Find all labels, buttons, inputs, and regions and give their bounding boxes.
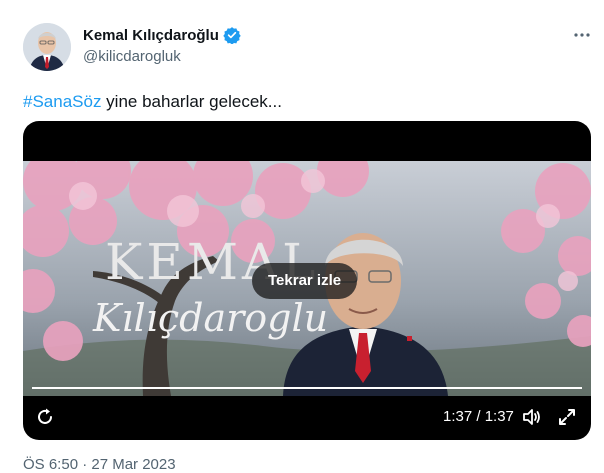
overlay-signature: Kılıçdaroglu [92, 296, 328, 340]
author-name-row[interactable]: Kemal Kılıçdaroğlu [83, 26, 241, 45]
author-name[interactable]: Kemal Kılıçdaroğlu [83, 27, 219, 44]
progress-bar[interactable] [32, 387, 582, 389]
avatar[interactable] [23, 23, 71, 71]
fullscreen-icon[interactable] [557, 407, 577, 427]
avatar-portrait [23, 23, 71, 71]
tweet-text: #SanaSöz yine baharlar gelecek... [23, 92, 282, 112]
tweet-body: yine baharlar gelecek... [101, 92, 282, 111]
author-handle[interactable]: @kilicdarogluk [83, 48, 181, 65]
volume-icon[interactable] [521, 407, 541, 427]
verified-badge-icon [223, 26, 241, 45]
tweet-timestamp[interactable]: ÖS 6:50 · 27 Mar 2023 [23, 456, 176, 473]
replay-icon[interactable] [35, 407, 55, 427]
video-player[interactable]: KEMAL Kılıçdaroglu Tekrar izle 1:37 / 1:… [23, 121, 591, 440]
hashtag-link[interactable]: #SanaSöz [23, 92, 101, 111]
video-time: 1:37 / 1:37 [443, 408, 514, 425]
more-horizontal-icon[interactable] [573, 26, 591, 44]
replay-button[interactable]: Tekrar izle [252, 263, 358, 299]
